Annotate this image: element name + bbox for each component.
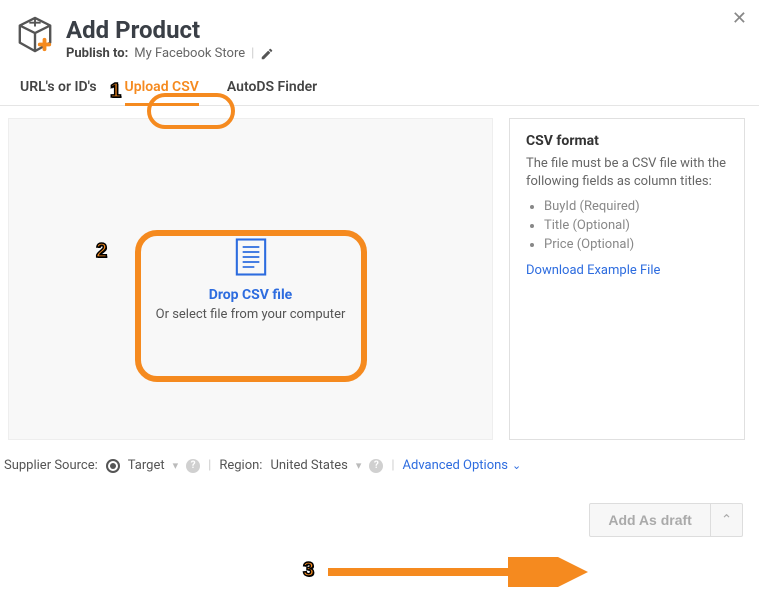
header: Add Product Publish to: My Facebook Stor… (0, 0, 759, 61)
annotation-arrow (320, 557, 600, 587)
edit-icon[interactable] (260, 47, 274, 61)
chevron-down-icon[interactable]: ▾ (173, 459, 179, 472)
divider: | (251, 46, 254, 61)
annotation-number-3: 3 (303, 559, 314, 582)
actions-bar: Add As draft ⌃ (0, 473, 759, 537)
publish-to-label: Publish to: (66, 46, 128, 61)
csv-format-description: The file must be a CSV file with the fol… (526, 155, 728, 191)
csv-format-heading: CSV format (526, 133, 728, 149)
csv-format-panel: CSV format The file must be a CSV file w… (509, 118, 745, 440)
tabs: URL's or ID's Upload CSV AutoDS Finder (0, 61, 759, 106)
radio-selected-icon[interactable] (106, 459, 120, 473)
dropzone-subtitle: Or select file from your computer (156, 307, 346, 322)
close-icon: ✕ (732, 8, 747, 28)
close-button[interactable]: ✕ (732, 8, 747, 29)
product-box-logo (16, 16, 54, 54)
chevron-down-icon[interactable]: ▾ (356, 459, 362, 472)
list-item: Price (Optional) (544, 237, 728, 252)
region-label: Region: (219, 458, 262, 473)
download-example-link[interactable]: Download Example File (526, 263, 660, 278)
help-icon[interactable]: ? (369, 459, 383, 473)
advanced-options-link[interactable]: Advanced Options ⌄ (403, 458, 522, 473)
list-item: BuyId (Required) (544, 199, 728, 214)
tab-upload-csv[interactable]: Upload CSV (125, 79, 199, 105)
divider: | (208, 458, 211, 473)
tab-urls-ids[interactable]: URL's or ID's (20, 79, 97, 105)
dropzone-title: Drop CSV file (209, 287, 292, 303)
chevron-up-icon: ⌃ (721, 512, 732, 528)
file-icon (233, 237, 269, 277)
csv-dropzone[interactable]: Drop CSV file Or select file from your c… (136, 205, 366, 353)
help-icon[interactable]: ? (186, 459, 200, 473)
publish-to-value: My Facebook Store (134, 46, 245, 61)
main-content: Drop CSV file Or select file from your c… (0, 106, 759, 448)
csv-fields-list: BuyId (Required) Title (Optional) Price … (526, 199, 728, 252)
region-value[interactable]: United States (270, 458, 347, 473)
dropzone-panel: Drop CSV file Or select file from your c… (8, 118, 493, 440)
tab-autods-finder[interactable]: AutoDS Finder (227, 79, 317, 105)
chevron-down-icon: ⌄ (512, 459, 521, 472)
add-as-draft-button[interactable]: Add As draft (589, 503, 710, 537)
supplier-source-label: Supplier Source: (4, 458, 98, 473)
supplier-source-value[interactable]: Target (128, 458, 165, 473)
divider: | (391, 458, 394, 473)
list-item: Title (Optional) (544, 218, 728, 233)
page-title: Add Product (66, 16, 274, 44)
advanced-options-label: Advanced Options (403, 458, 508, 473)
add-as-draft-dropdown[interactable]: ⌃ (711, 503, 743, 537)
footer-options: Supplier Source: Target ▾ ? | Region: Un… (0, 448, 759, 473)
